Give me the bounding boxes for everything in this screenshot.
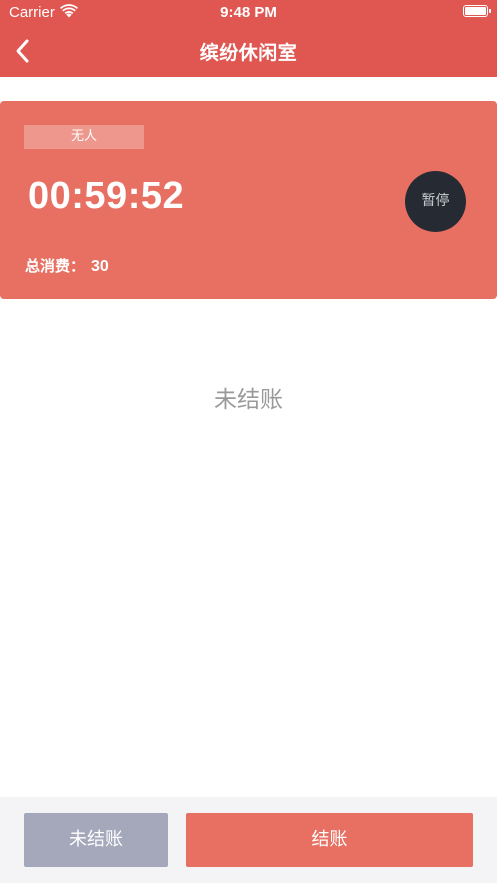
status-time: 9:48 PM <box>220 4 277 21</box>
status-badge: 无人 <box>24 125 144 149</box>
bottom-action-bar: 未结账 结账 <box>0 797 497 883</box>
status-bar: Carrier 9:48 PM <box>0 0 497 26</box>
app-header: Carrier 9:48 PM 缤纷休闲室 <box>0 0 497 77</box>
checkout-button[interactable]: 结账 <box>186 813 473 867</box>
unpaid-button[interactable]: 未结账 <box>24 813 168 867</box>
room-card: 无人 00:59:52 暂停 总消费： 30 <box>0 101 497 299</box>
battery-icon <box>463 5 491 17</box>
elapsed-timer: 00:59:52 <box>28 175 185 217</box>
nav-bar: 缤纷休闲室 <box>0 26 497 77</box>
total-consumption: 总消费： 30 <box>25 255 109 276</box>
total-label: 总消费： <box>25 257 86 275</box>
page-title: 缤纷休闲室 <box>199 42 298 64</box>
battery-fill <box>465 7 486 15</box>
unpaid-empty-text: 未结账 <box>214 387 283 413</box>
total-value: 30 <box>91 258 109 275</box>
pause-button[interactable]: 暂停 <box>405 171 466 232</box>
